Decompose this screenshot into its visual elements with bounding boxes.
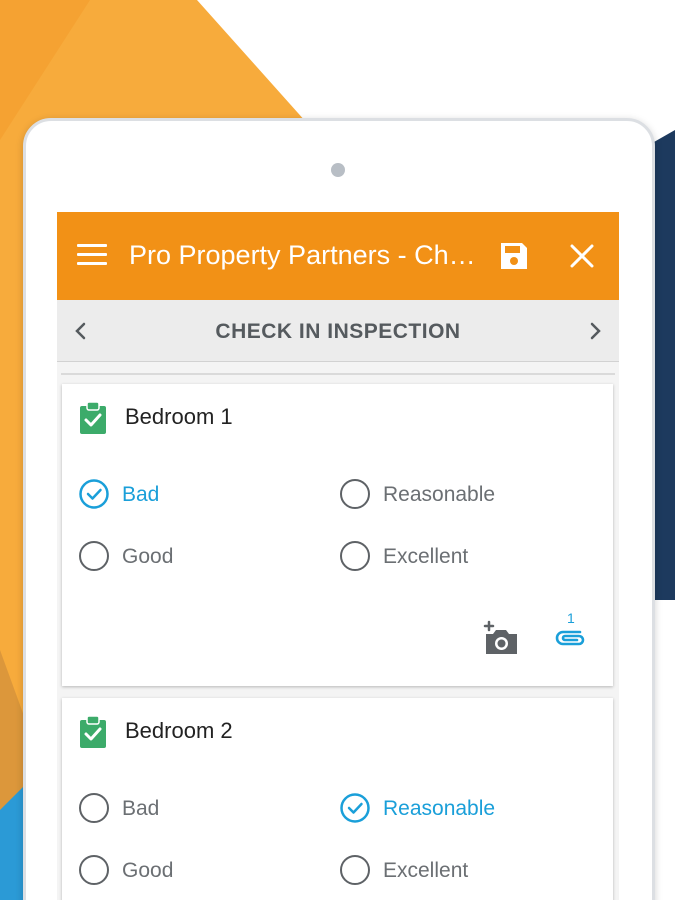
app-screen: Pro Property Partners - Check In Inspect… xyxy=(57,212,619,900)
radio-unchecked-icon xyxy=(79,855,109,885)
app-title: Pro Property Partners - Check In Inspect… xyxy=(129,240,489,270)
clipboard-check-icon xyxy=(80,401,106,434)
camera-add-icon[interactable] xyxy=(481,620,521,656)
inspection-navigation-bar: CHECK IN INSPECTION xyxy=(57,300,619,362)
rating-option-reasonable[interactable]: Reasonable xyxy=(340,793,560,825)
hamburger-menu-icon[interactable] xyxy=(77,244,107,268)
rating-label: Excellent xyxy=(383,859,469,882)
rating-option-reasonable[interactable]: Reasonable xyxy=(340,479,560,511)
radio-unchecked-icon xyxy=(340,541,370,571)
rating-label: Excellent xyxy=(383,545,469,568)
rating-label: Bad xyxy=(122,483,160,506)
list-divider xyxy=(61,373,615,375)
room-card-bedroom-1: Bedroom 1 Bad Reasonable Good Excellent xyxy=(62,384,613,686)
tablet-camera xyxy=(331,163,345,177)
close-icon[interactable] xyxy=(568,242,596,270)
room-name: Bedroom 2 xyxy=(125,718,233,743)
room-card-bedroom-2: Bedroom 2 Bad Reasonable Good Excellent xyxy=(62,698,613,900)
radio-checked-icon xyxy=(79,479,109,509)
rating-option-bad[interactable]: Bad xyxy=(79,793,299,825)
radio-unchecked-icon xyxy=(340,479,370,509)
floppy-disk-icon[interactable] xyxy=(498,240,530,272)
rating-label: Reasonable xyxy=(383,797,496,820)
radio-unchecked-icon xyxy=(79,793,109,823)
rating-option-good[interactable]: Good xyxy=(79,855,299,887)
rating-label: Good xyxy=(122,859,174,882)
clipboard-check-icon xyxy=(80,715,106,748)
rating-option-good[interactable]: Good xyxy=(79,541,299,573)
app-bar: Pro Property Partners - Check In Inspect… xyxy=(57,212,619,300)
radio-unchecked-icon xyxy=(79,541,109,571)
section-title: CHECK IN INSPECTION xyxy=(215,320,461,343)
rating-option-excellent[interactable]: Excellent xyxy=(340,855,560,887)
rating-option-bad[interactable]: Bad xyxy=(79,479,299,511)
chevron-right-icon[interactable] xyxy=(585,319,605,343)
rating-label: Reasonable xyxy=(383,483,496,506)
paperclip-icon xyxy=(555,630,585,646)
rating-label: Bad xyxy=(122,797,160,820)
rating-label: Good xyxy=(122,545,174,568)
room-name: Bedroom 1 xyxy=(125,404,233,429)
rating-option-excellent[interactable]: Excellent xyxy=(340,541,560,573)
radio-checked-icon xyxy=(340,793,370,823)
radio-unchecked-icon xyxy=(340,855,370,885)
attachments-button[interactable]: 1 xyxy=(550,610,590,656)
